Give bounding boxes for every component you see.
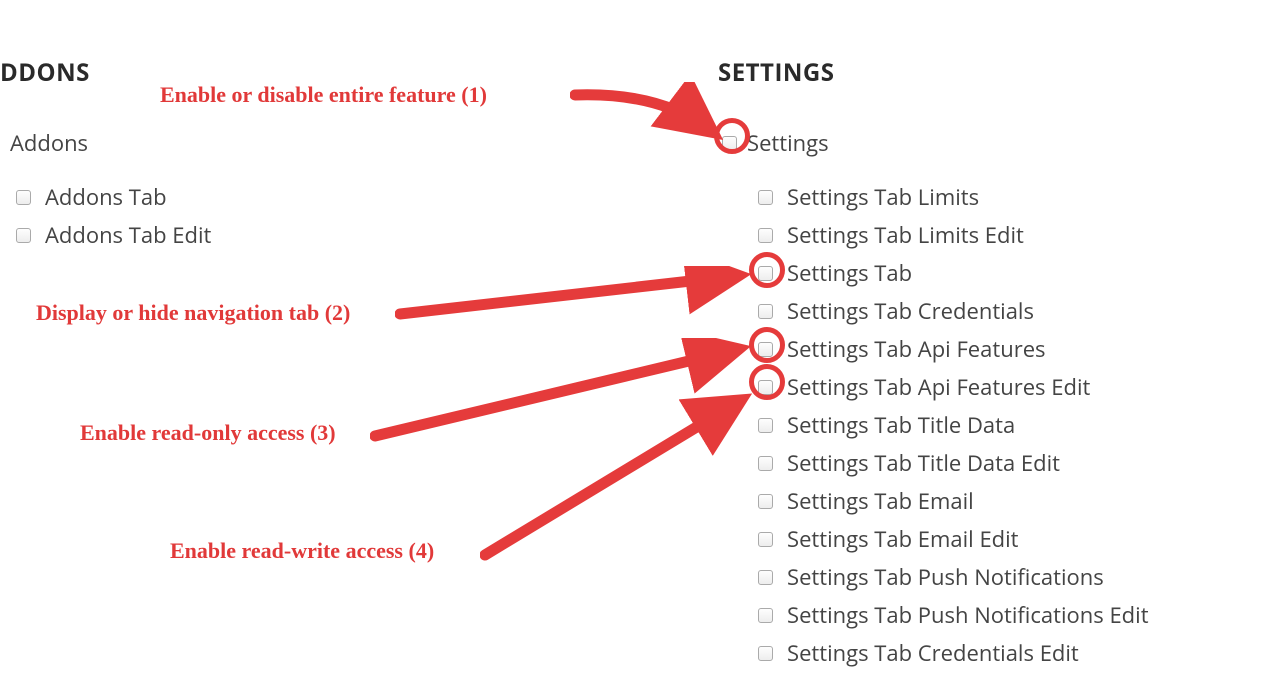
list-item[interactable]: Settings Tab Limits Edit: [758, 220, 1149, 250]
annotation-arrow-icon: [480, 390, 760, 565]
permission-label: Settings Tab Title Data Edit: [787, 448, 1060, 478]
permission-label: Settings Tab Api Features Edit: [787, 372, 1090, 402]
checkbox-settings-tab-email-edit[interactable]: [758, 532, 773, 547]
permission-label: Settings Tab Credentials Edit: [787, 638, 1079, 668]
checkbox-settings-tab-title-data-edit[interactable]: [758, 456, 773, 471]
permission-label: Settings Tab Push Notifications Edit: [787, 600, 1149, 630]
settings-parent-label: Settings: [747, 128, 829, 158]
checkbox-addons-tab[interactable]: [16, 190, 31, 205]
checkbox-settings-tab-title-data[interactable]: [758, 418, 773, 433]
annotation-text-2: Display or hide navigation tab (2): [36, 300, 350, 326]
settings-parent-row[interactable]: Settings: [722, 128, 829, 158]
annotation-text-1: Enable or disable entire feature (1): [160, 82, 487, 108]
permission-label: Settings Tab Limits Edit: [787, 220, 1024, 250]
addons-permission-list: Addons Tab Addons Tab Edit: [16, 182, 211, 258]
list-item[interactable]: Settings Tab: [758, 258, 1149, 288]
annotation-arrow-icon: [370, 338, 755, 448]
list-item[interactable]: Settings Tab Title Data: [758, 410, 1149, 440]
checkbox-settings-tab-credentials[interactable]: [758, 304, 773, 319]
annotation-arrow-icon: [570, 82, 730, 150]
annotation-text-3: Enable read-only access (3): [80, 420, 336, 446]
list-item[interactable]: Settings Tab Push Notifications: [758, 562, 1149, 592]
addons-parent-label: Addons: [10, 128, 88, 158]
list-item[interactable]: Settings Tab Api Features: [758, 334, 1149, 364]
list-item[interactable]: Settings Tab Email: [758, 486, 1149, 516]
permission-label: Settings Tab Title Data: [787, 410, 1015, 440]
annotation-text-4: Enable read-write access (4): [170, 538, 434, 564]
list-item[interactable]: Addons Tab Edit: [16, 220, 211, 250]
checkbox-settings-tab-api-features-edit[interactable]: [758, 380, 773, 395]
list-item[interactable]: Settings Tab Push Notifications Edit: [758, 600, 1149, 630]
checkbox-settings-tab[interactable]: [758, 266, 773, 281]
list-item[interactable]: Settings Tab Title Data Edit: [758, 448, 1149, 478]
list-item[interactable]: Addons Tab: [16, 182, 211, 212]
addons-section-heading: DDONS: [0, 56, 90, 89]
list-item[interactable]: Settings Tab Credentials: [758, 296, 1149, 326]
list-item[interactable]: Settings Tab Email Edit: [758, 524, 1149, 554]
checkbox-settings-tab-credentials-edit[interactable]: [758, 646, 773, 661]
checkbox-settings-tab-limits-edit[interactable]: [758, 228, 773, 243]
list-item[interactable]: Settings Tab Api Features Edit: [758, 372, 1149, 402]
addons-parent-row: Addons: [10, 128, 88, 158]
permission-label: Settings Tab Email Edit: [787, 524, 1019, 554]
permission-label: Settings Tab Email: [787, 486, 974, 516]
permission-label: Settings Tab Push Notifications: [787, 562, 1104, 592]
permission-label: Settings Tab Limits: [787, 182, 979, 212]
checkbox-addons-tab-edit[interactable]: [16, 228, 31, 243]
checkbox-settings-tab-email[interactable]: [758, 494, 773, 509]
permission-label: Addons Tab Edit: [45, 220, 211, 250]
permission-label: Settings Tab Credentials: [787, 296, 1034, 326]
settings-section-heading: SETTINGS: [718, 56, 835, 89]
permission-label: Addons Tab: [45, 182, 167, 212]
permission-label: Settings Tab Api Features: [787, 334, 1046, 364]
settings-parent-checkbox[interactable]: [722, 136, 737, 151]
checkbox-settings-tab-push-notifications-edit[interactable]: [758, 608, 773, 623]
checkbox-settings-tab-push-notifications[interactable]: [758, 570, 773, 585]
settings-permission-list: Settings Tab Limits Settings Tab Limits …: [758, 182, 1149, 676]
checkbox-settings-tab-limits[interactable]: [758, 190, 773, 205]
annotation-arrow-icon: [395, 266, 755, 336]
checkbox-settings-tab-api-features[interactable]: [758, 342, 773, 357]
list-item[interactable]: Settings Tab Credentials Edit: [758, 638, 1149, 668]
list-item[interactable]: Settings Tab Limits: [758, 182, 1149, 212]
permission-label: Settings Tab: [787, 258, 912, 288]
